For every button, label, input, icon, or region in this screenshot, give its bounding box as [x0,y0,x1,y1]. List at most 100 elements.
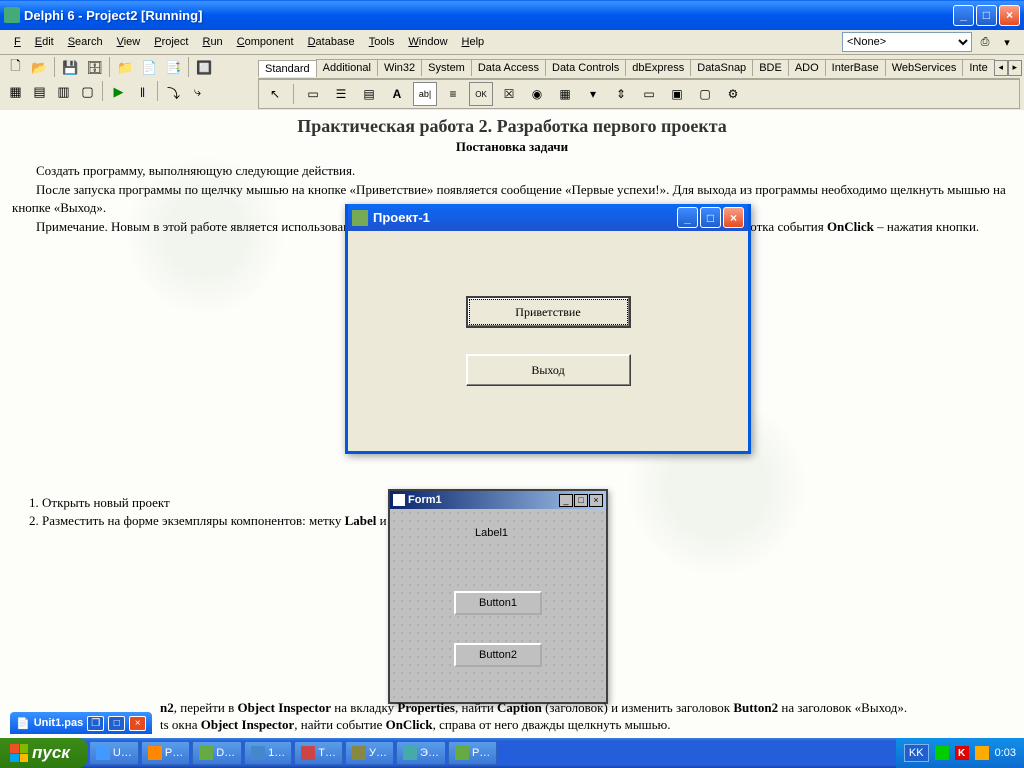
design-titlebar[interactable]: Form1 _ □ × [390,491,606,509]
tab-inte[interactable]: Inte [962,59,994,76]
tray-icon[interactable] [935,746,949,760]
design-maximize-button[interactable]: □ [574,494,588,507]
new-button[interactable]: 🗋 [4,57,27,79]
task-item[interactable]: P… [448,741,497,765]
button1[interactable]: Button1 [454,591,542,615]
radiobutton-icon[interactable]: ◉ [525,82,549,106]
step-into-button[interactable]: ⤷ [186,81,209,103]
tab-system[interactable]: System [421,59,472,76]
unit-restore-button[interactable]: ❐ [87,716,104,731]
tab-datasnap[interactable]: DataSnap [690,59,753,76]
combo-none[interactable]: <None> [842,32,972,52]
tab-dbexpress[interactable]: dbExpress [625,59,691,76]
frames-icon[interactable]: ▭ [301,82,325,106]
task-item[interactable]: P… [141,741,190,765]
tab-additional[interactable]: Additional [316,59,378,76]
tab-win32[interactable]: Win32 [377,59,422,76]
panel-icon[interactable]: ▢ [693,82,717,106]
label1[interactable]: Label1 [475,527,508,539]
form-titlebar[interactable]: Проект-1 _ □ × [348,204,748,231]
delphi-icon [4,7,20,23]
menu-help[interactable]: Help [456,34,491,50]
menu-component[interactable]: Component [231,34,300,50]
arrow-icon[interactable]: ↖ [263,82,287,106]
close-button[interactable]: × [999,5,1020,26]
tab-standard[interactable]: Standard [258,60,317,77]
design-close-button[interactable]: × [589,494,603,507]
unit-close-button[interactable]: × [129,716,146,731]
toggle-button[interactable]: ▤ [28,81,51,103]
tab-datacontrols[interactable]: Data Controls [545,59,626,76]
remove-file-button[interactable]: 📑 [162,57,185,79]
tab-interbase[interactable]: InterBase [825,59,886,76]
mainmenu-icon[interactable]: ☰ [329,82,353,106]
saveall-button[interactable]: 🗄 [83,57,106,79]
new-form-button[interactable]: ▥ [52,81,75,103]
radiogroup-icon[interactable]: ▣ [665,82,689,106]
form-close-button[interactable]: × [723,207,744,228]
menu-view[interactable]: View [111,34,147,50]
menu-project[interactable]: Project [148,34,194,50]
palette-scroll-left[interactable]: ◂ [994,60,1008,76]
minimize-button[interactable]: _ [953,5,974,26]
unit-tab-bar[interactable]: 📄 Unit1.pas ❐ □ × [10,712,152,734]
memo-icon[interactable]: ≡ [441,82,465,106]
tab-dataaccess[interactable]: Data Access [471,59,546,76]
popupmenu-icon[interactable]: ▤ [357,82,381,106]
exit-button[interactable]: Выход [466,354,631,386]
task-item[interactable]: 1… [244,741,292,765]
scrollbar-icon[interactable]: ⇕ [609,82,633,106]
view-form-button[interactable]: ▦ [4,81,27,103]
task-item[interactable]: U… [89,741,139,765]
greeting-button[interactable]: Приветствие [466,296,631,328]
save-button[interactable]: 💾 [59,57,82,79]
label-icon[interactable]: A [385,82,409,106]
menu-run[interactable]: Run [196,34,228,50]
task-item[interactable]: Э… [396,741,446,765]
menu-window[interactable]: Window [402,34,453,50]
start-button[interactable]: пуск [0,738,88,768]
menu-tools[interactable]: Tools [363,34,401,50]
groupbox-icon[interactable]: ▭ [637,82,661,106]
tray-icon[interactable] [975,746,989,760]
toolbar-area: 🗋 📂 💾 🗄 📁 📄 📑 🔲 ▦ ▤ ▥ ▢ ▶ ‖ ⤵ ⤷ Standard [0,55,1024,113]
form-minimize-button[interactable]: _ [677,207,698,228]
design-minimize-button[interactable]: _ [559,494,573,507]
tray-icon-kaspersky[interactable]: K [955,746,969,760]
task-item[interactable]: D… [192,741,242,765]
task-item[interactable]: У… [345,741,394,765]
combobox-icon[interactable]: ▾ [581,82,605,106]
toolbar-icon-1[interactable]: ⎙ [976,33,994,51]
edit-icon[interactable]: ab| [413,82,437,106]
clock[interactable]: 0:03 [995,747,1016,759]
open-button[interactable]: 📂 [28,57,51,79]
step-over-button[interactable]: ⤵ [162,81,185,103]
language-indicator[interactable]: KK [904,744,929,762]
menu-database[interactable]: Database [302,34,361,50]
tile-button[interactable]: ▢ [76,81,99,103]
menu-search[interactable]: Search [62,34,109,50]
tab-webservices[interactable]: WebServices [885,59,964,76]
add-file-button[interactable]: 📄 [138,57,161,79]
actionlist-icon[interactable]: ⚙ [721,82,745,106]
form-maximize-button[interactable]: □ [700,207,721,228]
palette-scroll-right[interactable]: ▸ [1008,60,1022,76]
button-icon[interactable]: OK [469,82,493,106]
view-unit-button[interactable]: 🔲 [193,57,216,79]
tab-bde[interactable]: BDE [752,59,789,76]
toolbar-icon-2[interactable]: ▾ [998,33,1016,51]
open-project-button[interactable]: 📁 [114,57,137,79]
running-form[interactable]: Проект-1 _ □ × Приветствие Выход [345,204,751,454]
maximize-button[interactable]: □ [976,5,997,26]
checkbox-icon[interactable]: ☒ [497,82,521,106]
listbox-icon[interactable]: ▦ [553,82,577,106]
menu-file[interactable]: F [8,34,27,50]
design-canvas[interactable]: Label1 Button1 Button2 [390,509,606,702]
menu-edit[interactable]: Edit [29,34,60,50]
task-item[interactable]: Т… [294,741,343,765]
run-button[interactable]: ▶ [107,81,130,103]
unit-maximize-button[interactable]: □ [108,716,125,731]
button2[interactable]: Button2 [454,643,542,667]
tab-ado[interactable]: ADO [788,59,826,76]
pause-button[interactable]: ‖ [131,81,154,103]
